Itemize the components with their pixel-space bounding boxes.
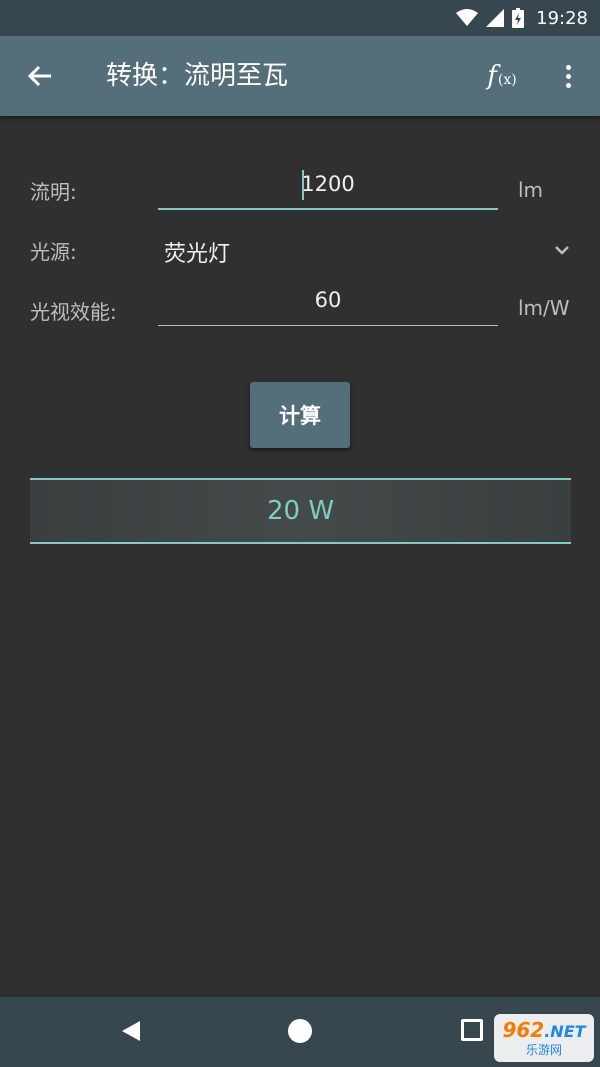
back-button[interactable] bbox=[22, 58, 58, 94]
arrow-back-icon bbox=[27, 65, 51, 87]
efficacy-input[interactable]: 60 bbox=[158, 282, 498, 326]
nav-recents-button[interactable] bbox=[461, 1019, 483, 1041]
nav-home-button[interactable] bbox=[288, 1019, 312, 1043]
light-source-select[interactable]: 荧光灯 bbox=[158, 226, 578, 274]
efficacy-value: 60 bbox=[314, 288, 342, 312]
text-cursor bbox=[302, 170, 304, 200]
lumen-value: 1200 bbox=[301, 172, 355, 196]
function-button[interactable]: f (x) bbox=[482, 56, 522, 96]
more-options-button[interactable] bbox=[556, 58, 580, 94]
app-bar: 转换：流明至瓦 f (x) bbox=[0, 36, 600, 116]
efficacy-unit: lm/W bbox=[518, 296, 570, 320]
wifi-icon bbox=[456, 9, 479, 26]
lumen-unit: lm bbox=[518, 178, 544, 202]
result-value: 20 W bbox=[266, 496, 335, 526]
status-bar: 19:28 bbox=[0, 0, 600, 36]
calculate-button[interactable]: 计算 bbox=[250, 382, 350, 448]
more-vert-icon bbox=[565, 64, 571, 70]
light-source-value: 荧光灯 bbox=[164, 242, 231, 267]
light-source-label: 光源: bbox=[30, 240, 77, 264]
lumen-input[interactable]: 1200 bbox=[158, 166, 498, 210]
nav-back-button[interactable] bbox=[120, 1019, 142, 1043]
status-time: 19:28 bbox=[536, 7, 588, 29]
function-icon: f bbox=[487, 61, 497, 91]
result-display: 20 W bbox=[30, 478, 571, 544]
efficacy-label: 光视效能: bbox=[30, 300, 117, 324]
lumen-label: 流明: bbox=[30, 180, 77, 204]
battery-charging-icon bbox=[512, 8, 525, 28]
signal-icon bbox=[486, 9, 505, 27]
page-title: 转换：流明至瓦 bbox=[106, 61, 289, 91]
watermark-logo: 962.NET 乐游网 bbox=[494, 1014, 594, 1062]
chevron-down-icon bbox=[555, 246, 569, 255]
